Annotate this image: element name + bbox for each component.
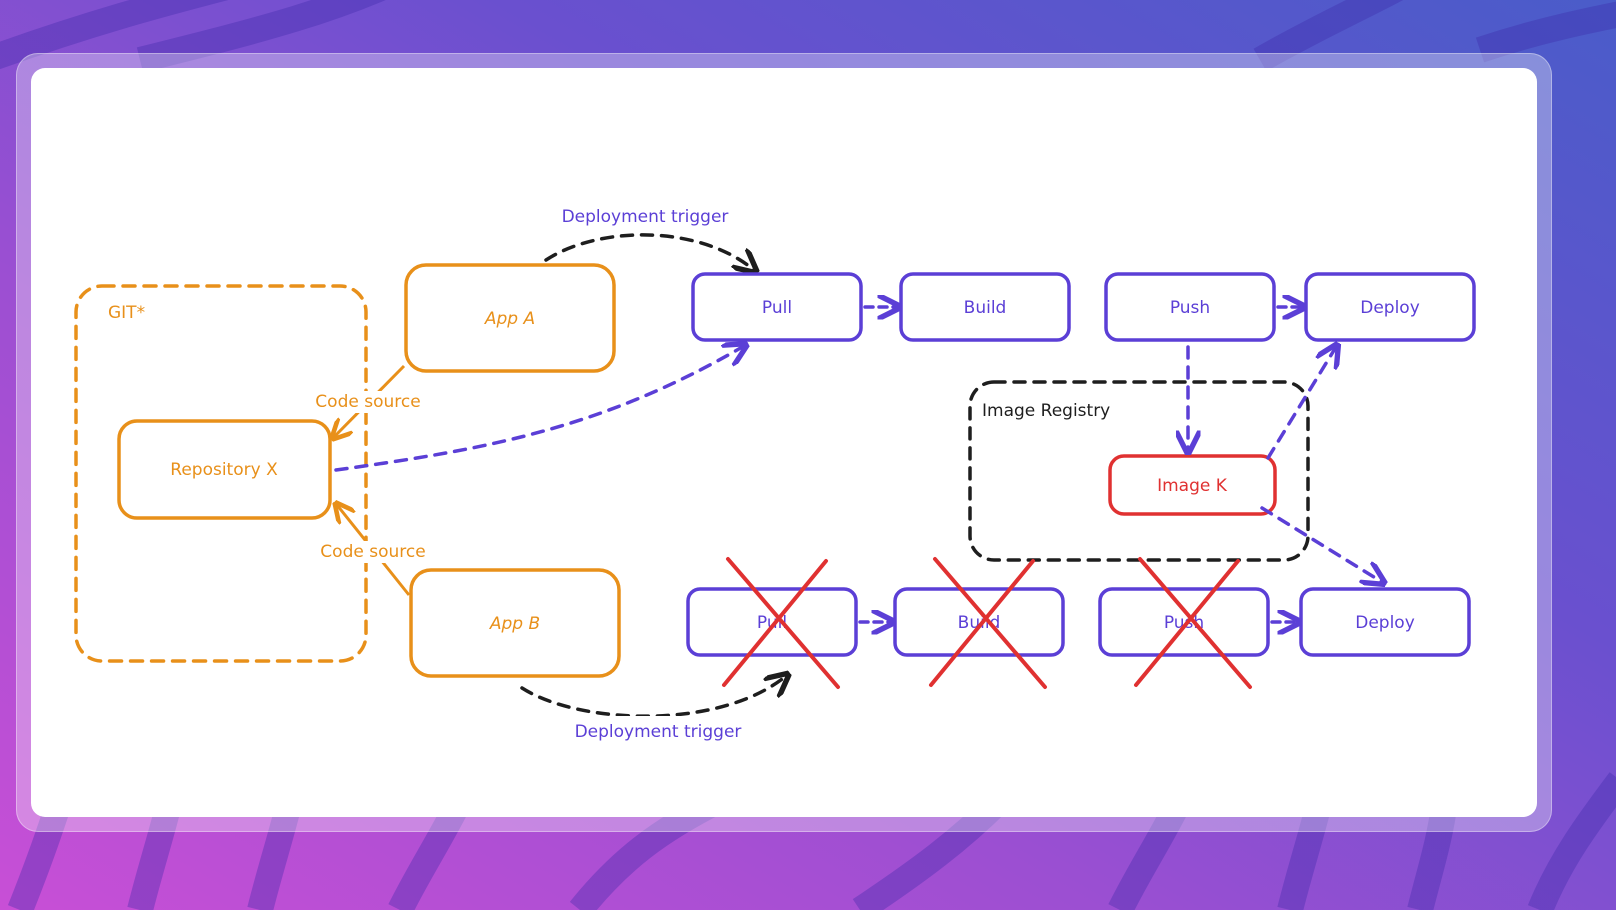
bottom-push-cross-icon — [1134, 557, 1252, 689]
image-registry-label: Image Registry — [982, 401, 1110, 421]
deployment-trigger-edge-a[interactable]: Deployment trigger — [544, 204, 754, 270]
repository-node[interactable]: Repository X — [117, 419, 332, 520]
bottom-deploy-label: Deploy — [1355, 613, 1415, 633]
repository-label: Repository X — [170, 460, 278, 480]
code-source-label-a: Code source — [315, 392, 420, 412]
app-a-node[interactable]: App A — [404, 263, 616, 373]
code-source-edge-b[interactable]: Code source — [311, 505, 435, 596]
image-k-label: Image K — [1157, 476, 1228, 496]
deployment-trigger-label-b: Deployment trigger — [575, 722, 742, 742]
app-b-label: App B — [489, 614, 540, 634]
top-pull-step[interactable]: Pull — [691, 272, 863, 342]
top-pull-label: Pull — [762, 298, 792, 318]
bottom-pull-cross-icon — [722, 557, 840, 689]
image-to-deploy-top-arrow[interactable] — [1266, 347, 1336, 460]
pipeline-top: Pull Build Push Deploy — [691, 272, 1476, 342]
image-k-node[interactable]: Image K — [1108, 454, 1277, 516]
top-build-step[interactable]: Build — [899, 272, 1071, 342]
top-push-step[interactable]: Push — [1104, 272, 1276, 342]
app-b-node[interactable]: App B — [409, 568, 621, 678]
bottom-build-cross-icon — [929, 557, 1047, 689]
top-build-label: Build — [964, 298, 1007, 318]
top-deploy-label: Deploy — [1360, 298, 1420, 318]
deployment-diagram: GIT* Repository X App A App B Code sourc… — [74, 204, 1476, 742]
bottom-pull-step[interactable]: Pull — [686, 557, 858, 689]
bottom-push-label: Push — [1164, 613, 1204, 633]
code-source-label-b: Code source — [320, 542, 425, 562]
deployment-trigger-arrow-b — [520, 676, 786, 718]
deployment-trigger-edge-b[interactable]: Deployment trigger — [520, 676, 786, 742]
bottom-deploy-step[interactable]: Deploy — [1299, 587, 1471, 657]
git-group-label: GIT* — [108, 303, 145, 323]
top-push-label: Push — [1170, 298, 1210, 318]
top-deploy-step[interactable]: Deploy — [1304, 272, 1476, 342]
pipeline-bottom: Pull Build Push Deploy — [686, 557, 1471, 689]
deployment-trigger-label-a: Deployment trigger — [562, 207, 729, 227]
image-to-deploy-bottom-arrow[interactable] — [1260, 506, 1382, 582]
app-a-label: App A — [484, 309, 535, 329]
bottom-build-step[interactable]: Build — [893, 557, 1065, 689]
bottom-push-step[interactable]: Push — [1098, 557, 1270, 689]
